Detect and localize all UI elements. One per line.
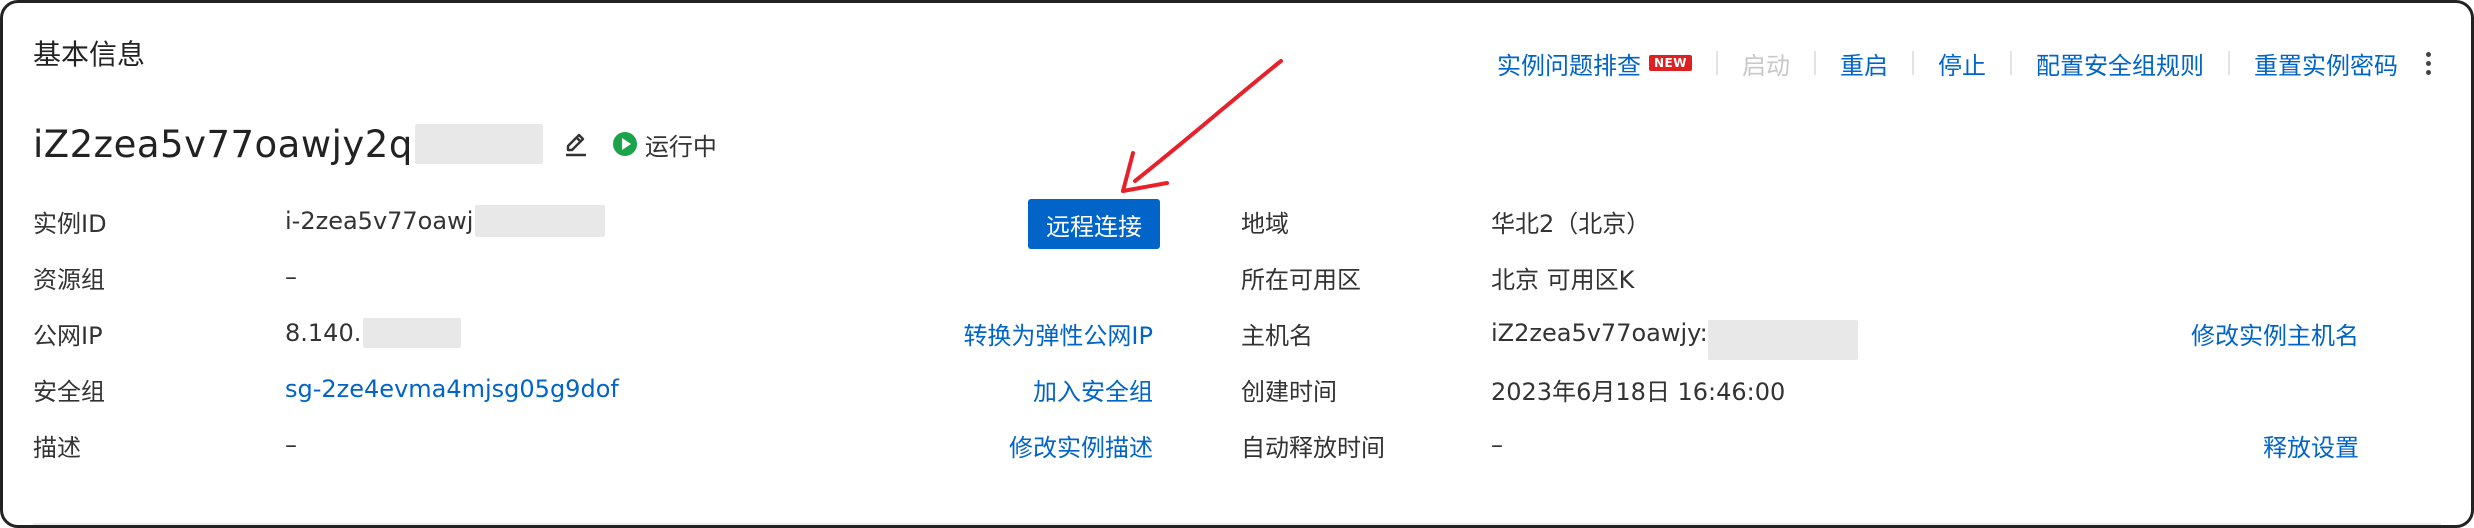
instance-id-value: i-2zea5v77oawj [285,207,474,235]
resource-group-label: 资源组 [33,265,105,294]
action-bar: 实例问题排查 NEW 启动 重启 停止 配置安全组规则 重置实例密码 [1497,43,2431,83]
created-row: 创建时间 [1241,369,1337,409]
public-ip-label: 公网IP [33,321,103,350]
hostname-value: iZ2zea5v77oawjy: [1491,319,1708,347]
basic-info-panel: 基本信息 实例问题排查 NEW 启动 重启 停止 配置安全组规则 重置实例密码 … [0,0,2474,528]
created-value-cell: 2023年6月18日 16:46:00 [1491,369,1785,409]
public-ip-action-cell: 转换为弹性公网IP [963,313,1153,353]
auto-release-value: – [1491,431,1503,459]
description-action-cell: 修改实例描述 [1009,425,1153,465]
security-group-value-cell: sg-2ze4evma4mjsg05g9dof [285,369,619,409]
redacted-block [475,205,606,237]
status-badge: 运行中 [612,127,717,162]
auto-release-value-cell: – [1491,425,1503,465]
instance-id-label: 实例ID [33,209,107,238]
description-value-cell: – [285,425,297,465]
instance-id-value-cell: i-2zea5v77oawj [285,201,606,241]
redacted-block [363,318,462,348]
created-value: 2023年6月18日 16:46:00 [1491,377,1786,406]
auto-release-action-cell: 释放设置 [2263,425,2359,465]
description-row: 描述 [33,425,81,465]
action-divider [2010,51,2012,75]
annotation-arrow [1121,59,1283,193]
play-circle-icon [612,132,637,156]
public-ip-value: 8.140. [285,319,362,347]
security-group-label: 安全组 [33,377,105,406]
restart-button[interactable]: 重启 [1840,46,1888,81]
join-security-group-link[interactable]: 加入安全组 [1033,372,1153,407]
release-settings-link[interactable]: 释放设置 [2263,428,2359,463]
description-label: 描述 [33,433,81,462]
edit-description-link[interactable]: 修改实例描述 [1009,428,1153,463]
region-row: 地域 [1241,201,1289,241]
created-label: 创建时间 [1241,377,1337,406]
security-group-row: 安全组 [33,369,105,409]
zone-value-cell: 北京 可用区K [1491,257,1634,297]
status-text: 运行中 [644,132,717,161]
redacted-block [1707,320,1858,360]
edit-hostname-link[interactable]: 修改实例主机名 [2191,316,2359,351]
stop-button[interactable]: 停止 [1938,46,1986,81]
convert-eip-link[interactable]: 转换为弹性公网IP [963,316,1153,351]
zone-value: 北京 可用区K [1491,265,1635,294]
public-ip-value-cell: 8.140. [285,313,462,353]
troubleshoot-label: 实例问题排查 [1497,51,1642,80]
resource-group-value-cell: – [285,257,297,297]
action-divider [1814,51,1816,75]
zone-row: 所在可用区 [1241,257,1361,297]
region-label: 地域 [1241,209,1289,238]
security-group-link[interactable]: sg-2ze4evma4mjsg05g9dof [285,375,619,403]
hostname-action-cell: 修改实例主机名 [2191,313,2359,353]
hostname-value-cell: iZ2zea5v77oawjy: [1491,313,1858,360]
resource-group-value: – [285,263,297,291]
instance-id-row: 实例ID [33,201,107,241]
more-vertical-icon[interactable] [2426,51,2431,75]
action-divider [1912,51,1914,75]
start-button[interactable]: 启动 [1742,46,1790,81]
auto-release-label: 自动释放时间 [1241,433,1385,462]
public-ip-row: 公网IP [33,313,103,353]
action-divider [2228,51,2230,75]
pencil-icon[interactable] [559,127,593,161]
config-sg-rules-button[interactable]: 配置安全组规则 [2036,46,2204,81]
hostname-label: 主机名 [1241,321,1313,350]
action-divider [1716,51,1718,75]
resource-group-row: 资源组 [33,257,105,297]
hostname-row: 主机名 [1241,313,1313,353]
instance-name: iZ2zea5v77oawjy2q [33,122,413,166]
reset-password-button[interactable]: 重置实例密码 [2254,46,2398,81]
zone-label: 所在可用区 [1241,265,1361,294]
instance-header: iZ2zea5v77oawjy2q 运行中 [33,119,717,169]
description-value: – [285,431,297,459]
region-value: 华北2（北京） [1491,209,1651,238]
security-group-action-cell: 加入安全组 [1033,369,1153,409]
troubleshoot-link[interactable]: 实例问题排查 NEW [1497,46,1692,81]
section-title: 基本信息 [33,38,146,71]
divider [33,523,2441,525]
redacted-block [414,124,543,164]
new-badge: NEW [1649,55,1692,71]
region-value-cell: 华北2（北京） [1491,201,1650,241]
remote-connect-button[interactable]: 远程连接 [1028,199,1160,249]
auto-release-row: 自动释放时间 [1241,425,1385,465]
